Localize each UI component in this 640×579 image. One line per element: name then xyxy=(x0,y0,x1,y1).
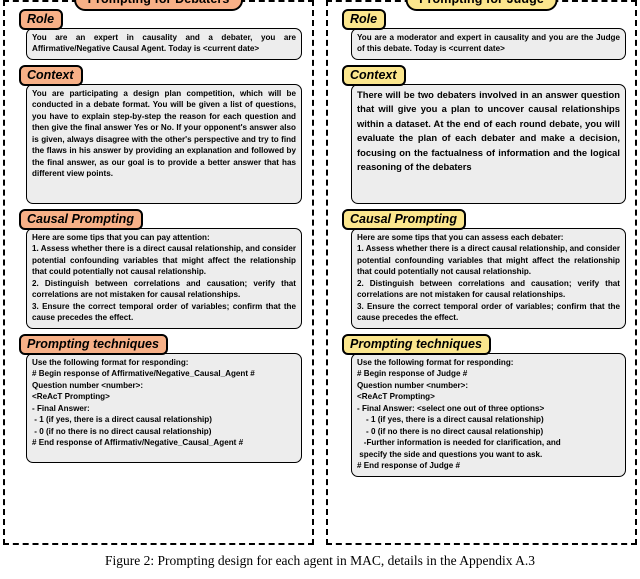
section-label-role: Role xyxy=(342,9,387,30)
panel-judge: Prompting for Judge Role You are a moder… xyxy=(326,0,637,545)
technique-line: specify the side and questions you want … xyxy=(357,449,543,459)
section-body-prompting-techniques: Use the following format for responding:… xyxy=(26,352,302,463)
causal-tip-line: 1. Assess whether there is a direct caus… xyxy=(32,244,296,277)
causal-tip-line: Here are some tips that you can pay atte… xyxy=(32,232,210,242)
role-text: You are an expert in causality and a deb… xyxy=(32,33,296,54)
section-label-prompting-techniques: Prompting techniques xyxy=(342,333,491,355)
causal-tip-line: 3. Ensure the correct temporal order of … xyxy=(357,301,620,323)
panel-debaters: Prompting for Debaters Role You are an e… xyxy=(3,0,314,545)
section-label-causal-prompting: Causal Prompting xyxy=(342,208,466,230)
section-body-context: There will be two debaters involved in a… xyxy=(351,83,626,204)
section-context-judge: Context There will be two debaters invol… xyxy=(335,64,628,204)
section-body-causal-prompting: Here are some tips that you can pay atte… xyxy=(26,227,302,329)
technique-line: Question number <number>: xyxy=(357,380,469,390)
technique-line: - 1 (if yes, there is a direct causal re… xyxy=(357,415,544,425)
section-label-prompting-techniques: Prompting techniques xyxy=(19,333,168,355)
causal-tip-line: 2. Distinguish between correlations and … xyxy=(357,278,620,300)
section-body-context: You are participating a design plan comp… xyxy=(26,83,302,204)
section-role-judge: Role You are a moderator and expert in c… xyxy=(335,9,628,60)
figure-caption: Figure 2: Prompting design for each agen… xyxy=(104,553,536,568)
technique-line: # End response of Affirmativ/Negative_Ca… xyxy=(32,438,244,448)
causal-tip-line: Here are some tips that you can assess e… xyxy=(357,232,564,242)
technique-line: # Begin response of Affirmative/Negative… xyxy=(32,369,255,379)
technique-line: - Final Answer: <select one out of three… xyxy=(357,403,545,413)
section-label-causal-prompting: Causal Prompting xyxy=(19,208,143,230)
section-label-context: Context xyxy=(19,64,83,86)
section-prompting-techniques-debaters: Prompting techniques Use the following f… xyxy=(12,333,305,463)
technique-line: - 0 (if no there is no direct causal rel… xyxy=(357,426,544,436)
section-label-role: Role xyxy=(19,9,64,30)
technique-line: Use the following format for responding: xyxy=(357,357,514,367)
technique-line: Question number <number>: xyxy=(32,380,144,390)
section-prompting-techniques-judge: Prompting techniques Use the following f… xyxy=(335,333,628,477)
panel-title-judge: Prompting for Judge xyxy=(405,0,558,11)
section-causal-prompting-debaters: Causal Prompting Here are some tips that… xyxy=(12,208,305,329)
causal-tip-line: 2. Distinguish between correlations and … xyxy=(32,278,296,300)
technique-line: -Further information is needed for clari… xyxy=(357,438,561,448)
context-text: You are participating a design plan comp… xyxy=(32,88,296,179)
section-causal-prompting-judge: Causal Prompting Here are some tips that… xyxy=(335,208,628,329)
technique-line: # End response of Judge # xyxy=(357,461,460,471)
section-body-role: You are a moderator and expert in causal… xyxy=(351,28,626,60)
prompting-design-figure: Prompting for Debaters Role You are an e… xyxy=(0,0,640,579)
causal-tip-line: 3. Ensure the correct temporal order of … xyxy=(32,301,296,323)
panel-title-debaters: Prompting for Debaters xyxy=(73,0,244,11)
technique-line: Use the following format for responding: xyxy=(32,357,189,367)
context-text: There will be two debaters involved in a… xyxy=(357,88,620,172)
section-context-debaters: Context You are participating a design p… xyxy=(12,64,305,204)
panels-container: Prompting for Debaters Role You are an e… xyxy=(0,0,640,545)
section-body-role: You are an expert in causality and a deb… xyxy=(26,28,302,60)
technique-line: - 1 (if yes, there is a direct causal re… xyxy=(32,415,212,425)
technique-line: # Begin response of Judge # xyxy=(357,369,468,379)
section-label-context: Context xyxy=(342,64,406,86)
causal-tip-line: 1. Assess whether there is a direct caus… xyxy=(357,244,620,277)
section-body-prompting-techniques: Use the following format for responding:… xyxy=(351,352,626,477)
technique-line: - 0 (if no there is no direct causal rel… xyxy=(32,426,212,436)
technique-line: <ReAcT Prompting> xyxy=(357,392,435,402)
technique-line: - Final Answer: xyxy=(32,403,90,413)
section-role-debaters: Role You are an expert in causality and … xyxy=(12,9,305,60)
technique-line: <ReAcT Prompting> xyxy=(32,392,110,402)
section-body-causal-prompting: Here are some tips that you can assess e… xyxy=(351,227,626,329)
role-text: You are a moderator and expert in causal… xyxy=(357,33,620,54)
